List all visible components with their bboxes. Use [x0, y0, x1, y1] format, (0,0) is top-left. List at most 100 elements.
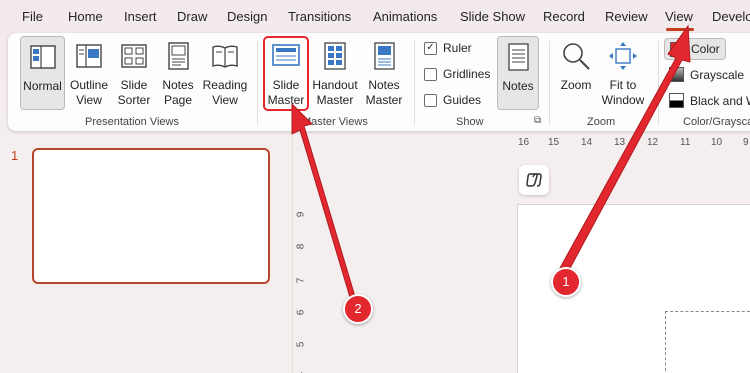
notes-label: Notes [502, 79, 534, 93]
ruler-label: Ruler [443, 41, 472, 55]
tab-home[interactable]: Home [68, 9, 103, 24]
slide-thumbnail-panel: 1 [0, 136, 292, 373]
tab-view[interactable]: View [665, 9, 693, 24]
notes-page-label-2: Page [163, 93, 193, 107]
notes-master-label: Notes [368, 78, 400, 92]
outline-view-label-2: View [76, 93, 102, 107]
slide-master-icon [272, 44, 300, 66]
black-and-white-button[interactable]: Black and White [669, 93, 750, 108]
group-separator [658, 41, 659, 125]
ruler-tick: 15 [548, 137, 560, 148]
tab-review[interactable]: Review [605, 9, 648, 24]
reading-view-button[interactable]: Reading View [201, 36, 249, 110]
ruler-tick: 5 [295, 341, 307, 348]
group-separator [549, 41, 550, 125]
black-and-white-label: Black and White [690, 93, 750, 108]
slide-thumbnail[interactable] [32, 148, 270, 284]
presentation-views-group-label: Presentation Views [85, 116, 179, 128]
notes-master-label-2: Master [365, 93, 403, 107]
ruler-tick: 6 [295, 309, 307, 316]
master-views-group-label: Master Views [302, 116, 368, 128]
horizontal-ruler: 16 15 14 13 12 11 10 9 [518, 136, 750, 150]
gridlines-label: Gridlines [443, 67, 491, 81]
ruler-tick: 10 [711, 137, 723, 148]
reading-view-label: Reading [202, 78, 248, 92]
zoom-button[interactable]: Zoom [555, 36, 597, 110]
normal-view-label: Normal [23, 79, 62, 93]
normal-view-icon [29, 45, 56, 69]
panel-divider[interactable] [292, 136, 293, 373]
tab-transitions[interactable]: Transitions [288, 9, 351, 24]
slide-sorter-label-2: Sorter [117, 93, 151, 107]
ruler-tick: 7 [295, 277, 307, 284]
slide-sorter-label: Slide [120, 78, 148, 92]
slide-master-label: Slide [272, 78, 300, 92]
outline-view-label: Outline [69, 78, 109, 92]
outline-view-icon [76, 44, 102, 68]
grayscale-label: Grayscale [690, 67, 745, 82]
tab-record[interactable]: Record [543, 9, 585, 24]
handout-master-label: Handout [312, 78, 358, 92]
slide-sorter-icon [121, 44, 147, 68]
step-badge-2: 2 [343, 294, 373, 324]
ribbon-panel: Normal Outline View Slide Sorter Notes P… [8, 33, 750, 131]
guides-checkbox[interactable]: Guides [424, 93, 481, 107]
tab-developer[interactable]: Develo [712, 9, 750, 24]
slide-master-label-2: Master [267, 93, 305, 107]
ruler-checkbox[interactable]: ✓ Ruler [424, 41, 472, 55]
step-badge-1: 1 [551, 267, 581, 297]
ruler-tick: 16 [518, 137, 530, 148]
content-placeholder[interactable] [665, 311, 750, 373]
notes-master-button[interactable]: Notes Master [362, 36, 406, 110]
notes-master-icon [374, 42, 395, 70]
notes-button[interactable]: Notes [497, 36, 539, 110]
handout-master-label-2: Master [316, 93, 354, 107]
zoom-group-label: Zoom [587, 116, 616, 128]
outline-view-button[interactable]: Outline View [67, 36, 111, 110]
ruler-tick: 13 [614, 137, 626, 148]
handout-master-button[interactable]: Handout Master [310, 36, 360, 110]
handout-master-icon [324, 42, 346, 70]
fit-to-window-label-2: Window [601, 93, 645, 107]
notes-page-icon [168, 42, 189, 70]
tab-design[interactable]: Design [227, 9, 267, 24]
grayscale-swatch-icon [669, 67, 684, 82]
check-icon: ✓ [424, 41, 437, 55]
zoom-label: Zoom [560, 78, 592, 92]
checkbox-empty-icon [424, 93, 437, 107]
group-separator [414, 41, 415, 125]
slide-master-button[interactable]: Slide Master [263, 36, 309, 111]
notes-page-label: Notes [162, 78, 194, 92]
active-tab-indicator [666, 28, 694, 31]
checkbox-empty-icon [424, 67, 437, 81]
copilot-icon [526, 173, 542, 187]
ribbon-tab-bar: File Home Insert Draw Design Transitions… [0, 0, 750, 34]
ruler-tick: 14 [581, 137, 593, 148]
tab-file[interactable]: File [22, 9, 43, 24]
grayscale-button[interactable]: Grayscale [669, 67, 744, 82]
fit-to-window-label: Fit to [609, 78, 637, 92]
black-white-swatch-icon [669, 93, 684, 108]
ruler-tick: 11 [680, 137, 691, 148]
normal-view-button[interactable]: Normal [20, 36, 65, 110]
reading-view-icon [212, 45, 238, 68]
slide-number: 1 [11, 148, 19, 163]
fit-to-window-button[interactable]: Fit to Window [599, 36, 647, 110]
group-separator [257, 41, 258, 125]
tab-slide-show[interactable]: Slide Show [460, 9, 525, 24]
gridlines-checkbox[interactable]: Gridlines [424, 67, 490, 81]
copilot-button[interactable] [519, 165, 549, 195]
slide-sorter-button[interactable]: Slide Sorter [112, 36, 156, 110]
tab-insert[interactable]: Insert [124, 9, 157, 24]
notes-icon [508, 43, 529, 71]
ruler-tick: 8 [295, 243, 307, 250]
reading-view-label-2: View [212, 93, 238, 107]
color-button[interactable]: Color [664, 38, 726, 60]
color-swatch-icon [670, 41, 685, 57]
tab-animations[interactable]: Animations [373, 9, 437, 24]
show-group-label: Show [456, 116, 484, 128]
show-dialog-launcher-icon[interactable]: ⧉ [534, 115, 541, 126]
tab-draw[interactable]: Draw [177, 9, 207, 24]
magnifier-icon [563, 43, 590, 70]
notes-page-button[interactable]: Notes Page [157, 36, 199, 110]
